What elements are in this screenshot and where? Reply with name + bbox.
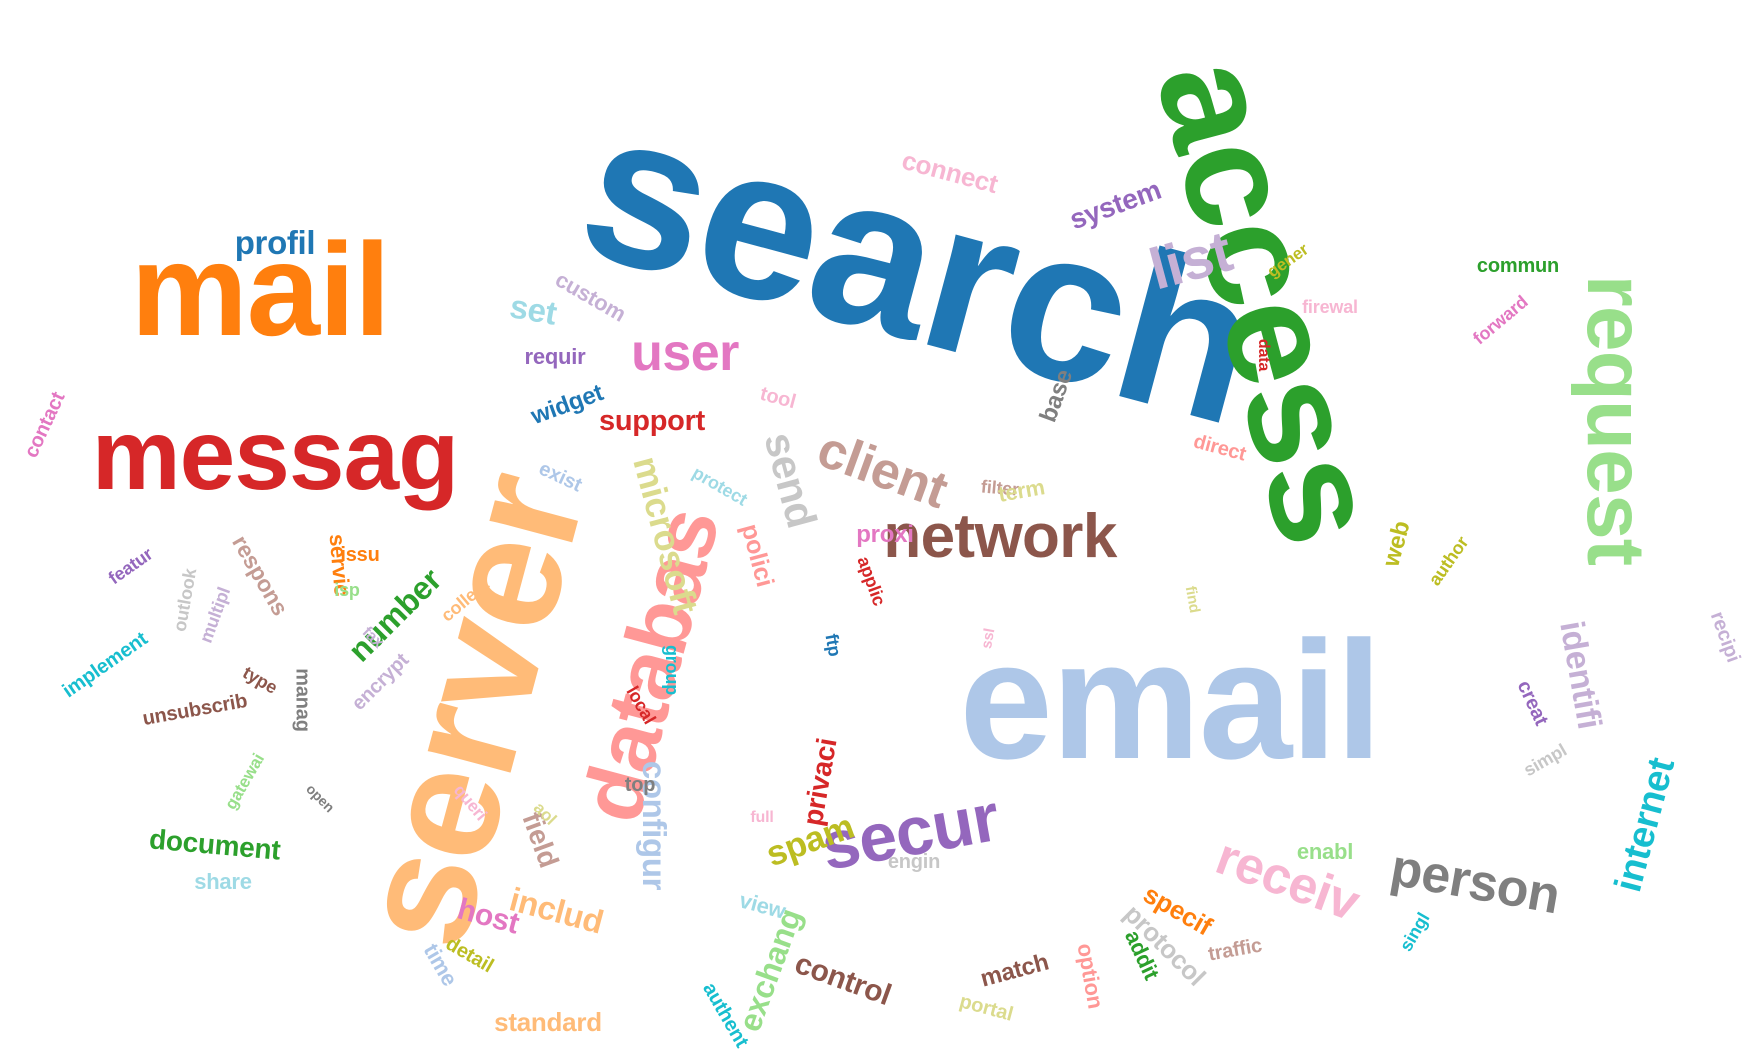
word-internet: internet <box>1607 753 1683 897</box>
word-enabl: enabl <box>1296 839 1354 864</box>
word-forward: forward <box>1468 291 1532 349</box>
word-contact: contact <box>20 388 70 462</box>
word-person: person <box>1386 838 1564 926</box>
word-commun: commun <box>1476 255 1560 277</box>
word-featur: featur <box>104 543 156 589</box>
word-cloud: search email server access mail messag r… <box>0 0 1751 1056</box>
word-respons: respons <box>227 530 294 620</box>
word-messag: messag <box>91 399 459 511</box>
word-firewal: firewal <box>1302 297 1358 317</box>
word-author: author <box>1424 532 1472 590</box>
word-group: group <box>662 644 682 696</box>
word-outlook: outlook <box>169 566 201 634</box>
word-full: full <box>750 809 774 826</box>
word-set: set <box>506 286 560 332</box>
word-open: open <box>302 780 338 816</box>
word-top: top <box>624 774 656 796</box>
word-unsubscrib: unsubscrib <box>140 689 249 731</box>
word-engin: engin <box>887 851 941 873</box>
word-data: data <box>1254 338 1272 372</box>
word-creat: creat <box>1512 677 1552 729</box>
word-ftp: ftp <box>821 632 845 658</box>
word-network: network <box>883 502 1117 571</box>
word-request: request <box>1569 274 1661 566</box>
word-document: document <box>148 823 282 866</box>
word-web: web <box>1377 518 1416 570</box>
word-profil: profil <box>234 223 316 261</box>
word-traffic: traffic <box>1206 934 1264 966</box>
word-ssl: ssl <box>977 626 999 650</box>
word-widget: widget <box>527 379 607 430</box>
word-portal: portal <box>956 990 1016 1026</box>
word-option: option <box>1072 941 1109 1011</box>
word-tool: tool <box>757 382 799 414</box>
word-manag: manag <box>292 668 314 732</box>
word-share: share <box>194 869 252 894</box>
word-requir: requir <box>524 344 586 369</box>
word-control: control <box>790 946 896 1013</box>
word-view: view <box>736 887 788 924</box>
word-multipl: multipl <box>195 584 235 646</box>
word-implement: implement <box>58 627 152 703</box>
word-polici: polici <box>735 520 780 590</box>
word-standard: standard <box>494 1007 602 1037</box>
word-send: send <box>755 427 826 533</box>
word-client: client <box>809 420 955 520</box>
word-gatewai: gatewai <box>221 749 269 813</box>
word-user: user <box>631 324 739 382</box>
word-email: email <box>959 606 1382 794</box>
word-protect: protect <box>689 462 751 510</box>
word-simpl: simpl <box>1520 739 1570 781</box>
word-proxi: proxi <box>856 521 914 548</box>
word-singl: singl <box>1396 909 1434 955</box>
word-type: type <box>239 662 281 698</box>
word-recipi: recipi <box>1705 608 1745 666</box>
word-find: find <box>1181 584 1203 614</box>
word-support: support <box>599 404 705 437</box>
word-match: match <box>977 948 1052 993</box>
word-isp: isp <box>334 580 360 600</box>
word-identifi: identifi <box>1551 618 1609 732</box>
word-issu: issu <box>340 544 380 566</box>
word-server: server <box>320 456 619 964</box>
